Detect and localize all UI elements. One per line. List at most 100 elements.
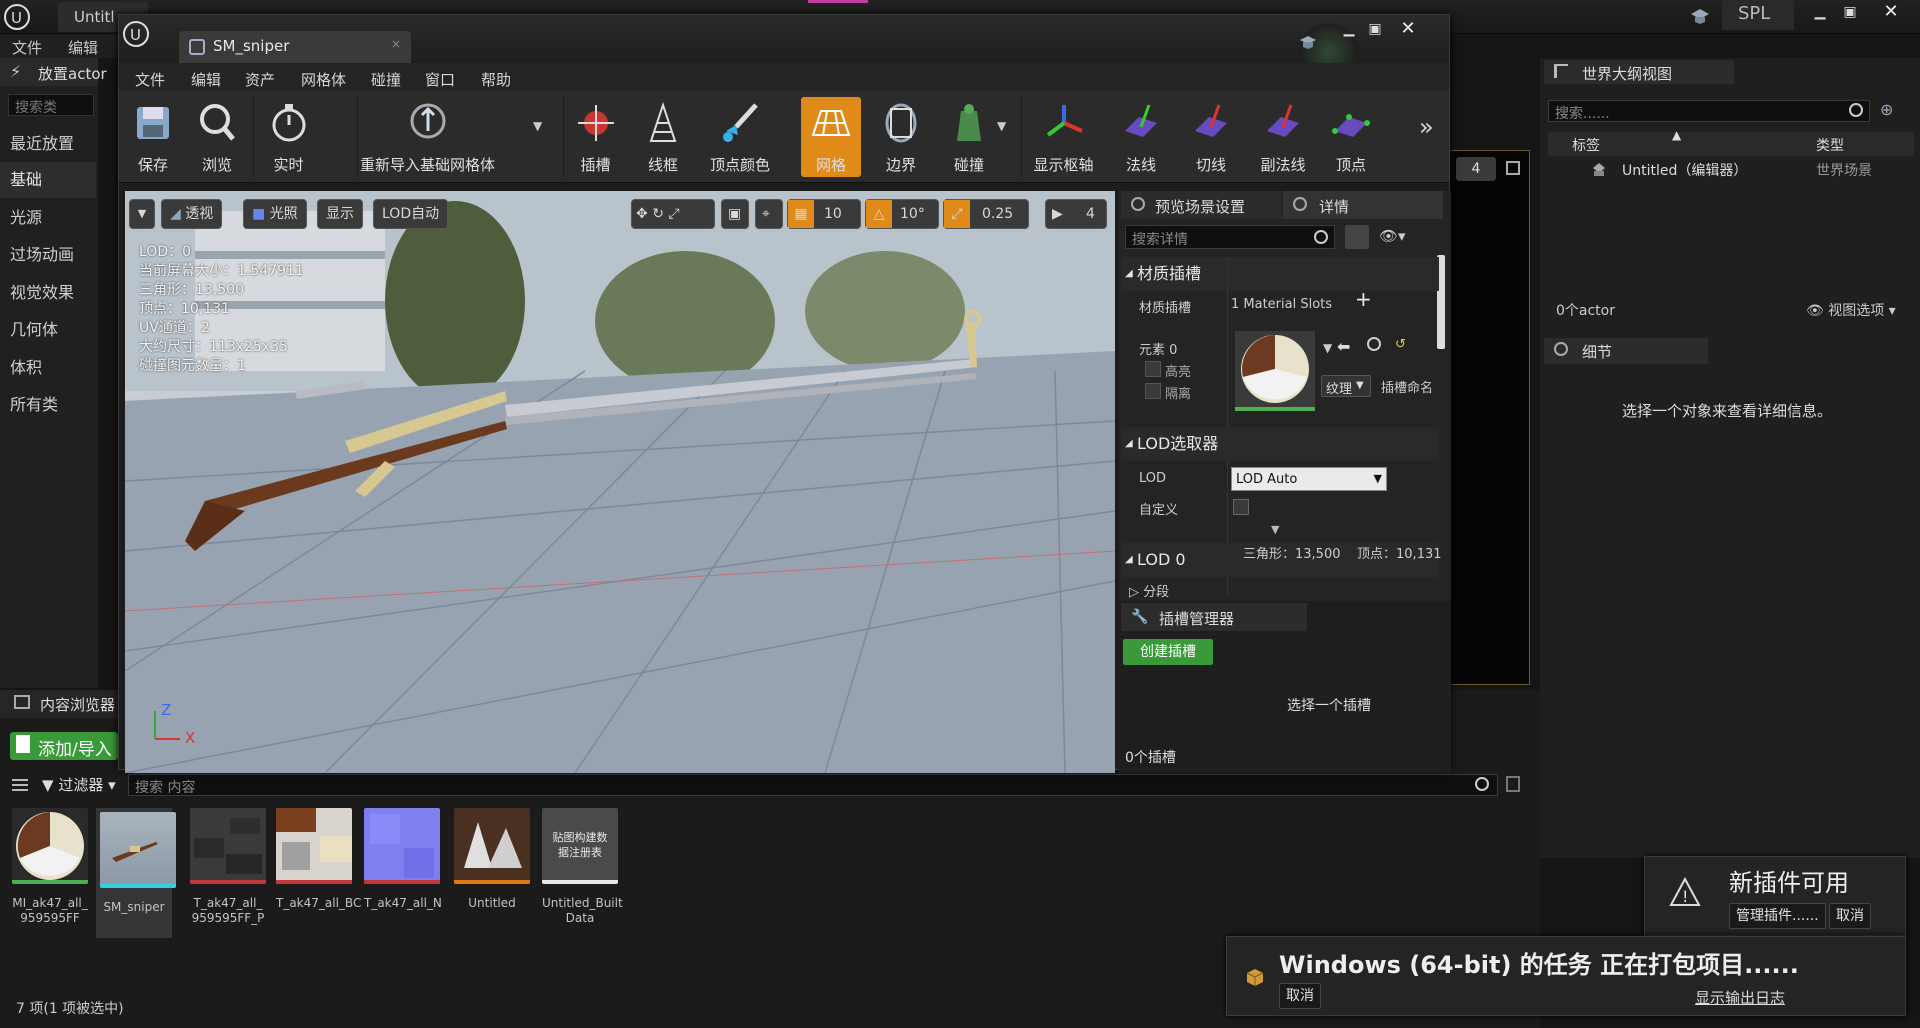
menu-collision[interactable]: 碰撞 (371, 69, 401, 90)
texture-dropdown[interactable]: 纹理 ▼ (1321, 375, 1371, 397)
material-dropdown-icon[interactable]: ▼ (1323, 341, 1332, 355)
main-maximize-button[interactable]: ▣ (1838, 2, 1862, 22)
asset-tile[interactable]: Untitled (454, 808, 530, 911)
add-import-button[interactable]: 添加/导入 (10, 732, 118, 760)
filter-button[interactable]: ▼ 过滤器 ▾ (42, 774, 116, 795)
realtime-button[interactable]: 实时 (253, 97, 323, 177)
socket-manager-tab[interactable]: 🔧 插槽管理器 (1121, 603, 1307, 631)
lit-button[interactable]: ■ 光照 (243, 199, 307, 229)
class-search-input[interactable]: 搜索类 (8, 94, 94, 116)
create-socket-button[interactable]: 创建插槽 (1123, 639, 1213, 665)
add-material-slot-icon[interactable]: + (1355, 287, 1372, 311)
use-selected-arrow-icon[interactable]: ⬅ (1337, 337, 1350, 356)
perspective-button[interactable]: ◢ 透视 (161, 199, 223, 229)
window-maximize-button[interactable]: ▣ (1363, 19, 1387, 39)
show-button[interactable]: 显示 (317, 199, 363, 229)
highlight-checkbox[interactable] (1145, 361, 1161, 377)
view-options-button[interactable]: 👁 视图选项 ▾ (1806, 300, 1896, 320)
asset-tile[interactable]: T_ak47_all_BC (276, 808, 361, 911)
window-close-button[interactable]: ✕ (1391, 17, 1425, 39)
vertex-color-button[interactable]: 顶点颜色 (699, 97, 781, 177)
scale-snap-control[interactable]: ⤢ 0.25 (943, 199, 1029, 229)
place-actor-tab[interactable]: ⚡ 放置actor (0, 58, 107, 86)
level-viewport-speed[interactable]: 4 (1456, 157, 1496, 181)
visibility-eye-icon[interactable]: 👁▾ (1379, 227, 1406, 245)
lod-auto-button[interactable]: LOD自动 (373, 199, 449, 229)
outliner-row[interactable]: Untitled（编辑器） 世界场景 (1548, 158, 1914, 180)
sources-toggle-icon[interactable] (12, 778, 28, 792)
window-minimize-button[interactable]: ▁ (1337, 19, 1361, 39)
world-local-icon[interactable]: ▣ (721, 199, 749, 229)
menu-help[interactable]: 帮助 (481, 69, 511, 90)
material-slots-section[interactable]: ◢ 材质插槽 (1121, 257, 1439, 291)
level-viewport[interactable]: 4 (1445, 150, 1530, 685)
menu-file[interactable]: 文件 (135, 69, 165, 90)
grid-button[interactable]: 网格 (801, 97, 861, 177)
asset-tile[interactable]: T_ak47_all_ 959595FF_P (190, 808, 266, 926)
source-control-icon[interactable] (1297, 31, 1319, 53)
transform-tools[interactable]: ✥ ↻ ⤢ (631, 199, 715, 229)
add-filter-icon[interactable]: ⊕ (1880, 100, 1900, 120)
material-thumbnail[interactable] (1235, 331, 1315, 411)
outliner-search-input[interactable]: 搜索...... (1548, 100, 1870, 122)
category-lights[interactable]: 光源 (0, 200, 96, 236)
details-panel-tab[interactable]: 详情 (1283, 191, 1443, 219)
lod-picker-section[interactable]: ◢ LOD选取器 (1121, 427, 1439, 461)
lod-select[interactable]: LOD Auto ▼ (1231, 467, 1387, 491)
asset-tile[interactable]: 贴图构建数 据注册表 Untitled_Built Data (542, 808, 623, 926)
sockets-button[interactable]: 插槽 (563, 97, 627, 177)
property-matrix-icon[interactable] (1345, 225, 1369, 249)
category-recent[interactable]: 最近放置 (0, 126, 96, 162)
save-button[interactable]: 保存 (121, 97, 185, 177)
mesh-viewport[interactable]: ▼ ◢ 透视 ■ 光照 显示 LOD自动 ✥ ↻ ⤢ ▣ ⌖ ▦ 10 △ 10… (125, 191, 1115, 773)
main-close-button[interactable]: ✕ (1876, 0, 1906, 22)
collision-dropdown-icon[interactable]: ▼ (997, 119, 1006, 133)
sections-row[interactable]: ▷ 分段 (1129, 581, 1169, 600)
search-details-input[interactable]: 搜索详情 (1125, 225, 1335, 249)
toolbar-overflow-icon[interactable]: » (1419, 113, 1434, 141)
category-all-classes[interactable]: 所有类 (0, 387, 96, 423)
viewport-options-button[interactable]: ▼ (129, 199, 155, 229)
isolate-checkbox[interactable] (1145, 383, 1161, 399)
content-browser-tab[interactable]: 内容浏览器 (0, 690, 120, 718)
vertices-button[interactable]: 顶点 (1319, 97, 1383, 177)
details-tab[interactable]: 细节 (1544, 338, 1708, 364)
tab-close-icon[interactable]: × (391, 37, 401, 51)
source-control-icon[interactable] (1688, 4, 1712, 28)
show-pivot-button[interactable]: 显示枢轴 (1021, 97, 1105, 177)
menu-edit[interactable]: 编辑 (191, 69, 221, 90)
outliner-col-label[interactable]: 标签 (1572, 135, 1600, 155)
world-outliner-tab[interactable]: 世界大纲视图 (1544, 60, 1734, 84)
outliner-col-type[interactable]: 类型 (1816, 135, 1844, 155)
save-search-icon[interactable] (1506, 776, 1520, 792)
main-menu-file[interactable]: 文件 (12, 37, 42, 58)
grid-snap-control[interactable]: ▦ 10 (787, 199, 861, 229)
manage-plugins-button[interactable]: 管理插件...... (1729, 903, 1826, 929)
asset-tile[interactable]: MI_ak47_all_ 959595FF (12, 808, 88, 926)
camera-speed-control[interactable]: ▶ 4 (1045, 199, 1107, 229)
bounds-button[interactable]: 边界 (869, 97, 933, 177)
show-output-log-link[interactable]: 显示输出日志 (1695, 987, 1785, 1008)
menu-asset[interactable]: 资产 (245, 69, 275, 90)
rotation-snap-control[interactable]: △ 10° (865, 199, 939, 229)
wireframe-button[interactable]: 线框 (631, 97, 695, 177)
asset-tile[interactable]: T_ak47_all_N (364, 808, 442, 911)
browse-material-icon[interactable] (1367, 337, 1381, 351)
plugin-cancel-button[interactable]: 取消 (1829, 903, 1871, 929)
binormals-button[interactable]: 副法线 (1247, 97, 1319, 177)
collision-button[interactable]: 碰撞 (937, 97, 1001, 177)
content-search-input[interactable]: 搜索 内容 (128, 774, 1498, 796)
category-basic[interactable]: 基础 (0, 162, 96, 198)
surface-snap-icon[interactable]: ⌖ (755, 199, 783, 229)
mesh-editor-tab[interactable]: SM_sniper × (179, 31, 411, 63)
main-minimize-button[interactable]: ▁ (1808, 2, 1832, 22)
packaging-cancel-button[interactable]: 取消 (1279, 983, 1321, 1009)
maximize-viewport-icon[interactable] (1506, 161, 1520, 175)
menu-window[interactable]: 窗口 (425, 69, 455, 90)
category-volumes[interactable]: 体积 (0, 350, 96, 386)
preview-scene-settings-tab[interactable]: 预览场景设置 (1121, 191, 1281, 219)
menu-mesh[interactable]: 网格体 (301, 69, 346, 90)
category-geometry[interactable]: 几何体 (0, 312, 96, 348)
reimport-dropdown-icon[interactable]: ▼ (533, 119, 542, 133)
browse-button[interactable]: 浏览 (185, 97, 249, 177)
